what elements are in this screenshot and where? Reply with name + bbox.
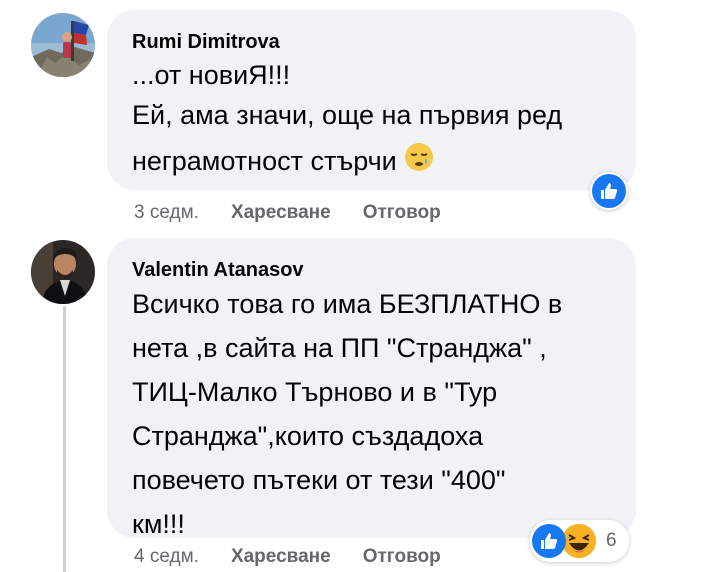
comment-author[interactable]: Valentin Atanasov [132,258,611,282]
reaction-count: 6 [606,530,617,551]
comment-line: Всичко това го има БЕЗПЛАТНО в [132,289,563,319]
avatar-photo-icon [31,240,95,304]
like-button[interactable]: Харесване [231,202,331,224]
like-icon [592,174,626,208]
comment-line: Ей, ама значи, още на първия ред [132,100,563,130]
comment-bubble: Rumi Dimitrova ...от новиЯ!!! Ей, ама зн… [107,10,636,190]
comment-text: Всичко това го има БЕЗПЛАТНО в нета ,в с… [132,282,611,546]
comment-line: неграмотност стърчи [132,138,611,186]
reply-button[interactable]: Отговор [363,546,441,568]
comment-line: ТИЦ-Малко Търново и в "Тур [132,377,498,407]
avatar[interactable] [31,240,95,304]
reaction-summary[interactable]: 6 [530,520,629,562]
comment-line: повечето пътеки от тези "400" [132,465,506,495]
sleepy-face-emoji-icon [404,140,434,186]
comment-text: ...от новиЯ!!! Ей, ама значи, още на пър… [132,58,611,186]
comment-author[interactable]: Rumi Dimitrova [132,30,611,54]
comment-timestamp[interactable]: 4 седм. [134,546,199,568]
comment-line: нета ,в сайта на ПП "Странджа" , [132,333,547,363]
reply-button[interactable]: Отговор [363,202,441,224]
thread-line [63,306,66,572]
avatar-photo-icon [31,13,95,77]
comment-meta: 4 седм. Харесване Отговор [134,546,473,568]
comment-meta: 3 седм. Харесване Отговор [134,202,473,224]
comment-line: Странджа",които създадоха [132,421,484,451]
like-icon [532,524,566,558]
avatar[interactable] [31,13,95,77]
comment-bubble: Valentin Atanasov Всичко това го има БЕЗ… [107,238,636,539]
like-button[interactable]: Харесване [231,546,331,568]
comment-line: ...от новиЯ!!! [132,60,291,90]
reaction-summary[interactable] [590,172,628,210]
comment-line-text: неграмотност стърчи [132,146,397,176]
comment-timestamp[interactable]: 3 седм. [134,202,199,224]
